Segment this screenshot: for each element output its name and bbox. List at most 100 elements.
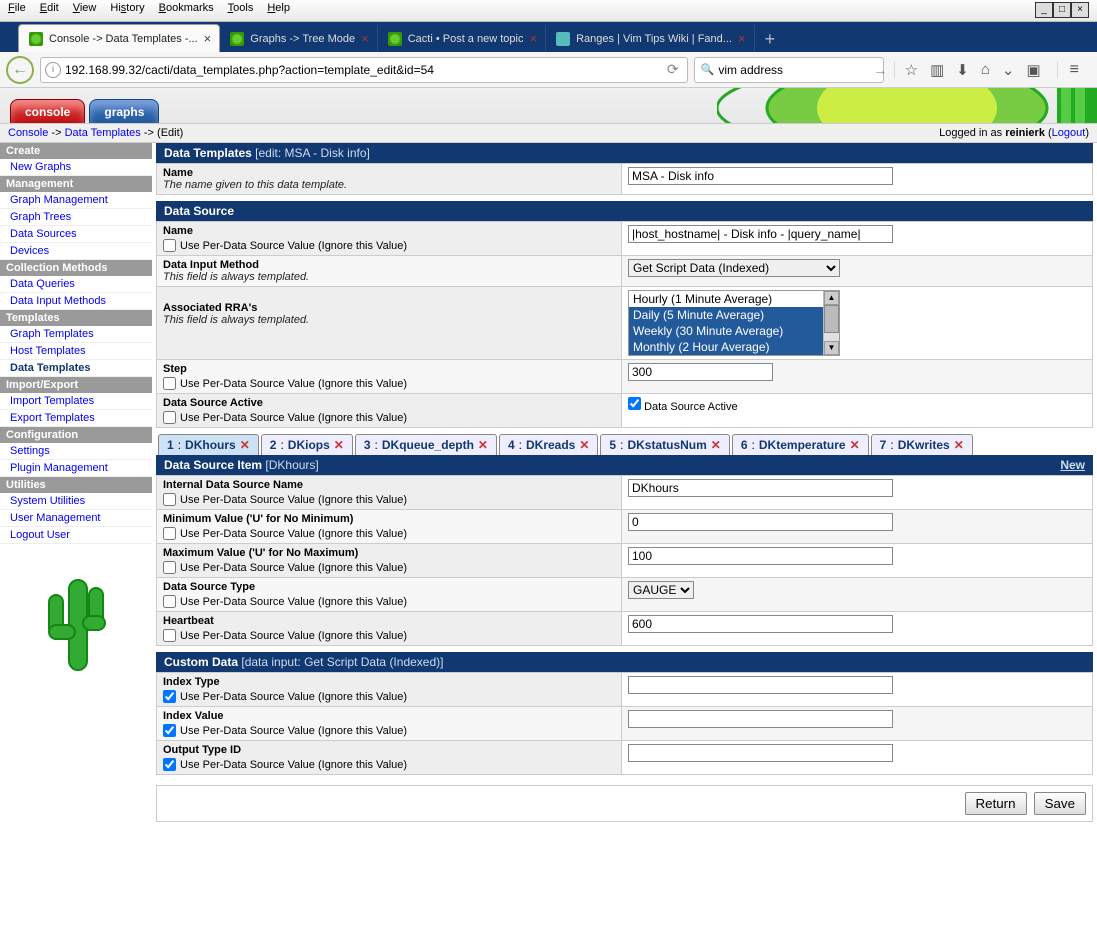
sidebar-graph-management[interactable]: Graph Management: [0, 192, 152, 209]
sidebar-user-management[interactable]: User Management: [0, 510, 152, 527]
reload-icon[interactable]: ⟳: [663, 61, 683, 78]
rra-option-monthly[interactable]: Monthly (2 Hour Average): [629, 339, 839, 355]
close-tab-icon[interactable]: ×: [204, 31, 212, 46]
rra-scrollbar[interactable]: ▲ ▼: [823, 291, 839, 355]
listbox-rra[interactable]: Hourly (1 Minute Average) Daily (5 Minut…: [628, 290, 840, 356]
return-button[interactable]: Return: [965, 792, 1027, 815]
sidebar-graph-templates[interactable]: Graph Templates: [0, 326, 152, 343]
bookmarks-list-icon[interactable]: ▥: [930, 61, 944, 79]
menu-edit[interactable]: Edit: [40, 2, 59, 19]
menu-history[interactable]: History: [110, 2, 144, 19]
window-maximize-icon[interactable]: □: [1053, 2, 1071, 18]
menu-file[interactable]: File: [8, 2, 26, 19]
logout-link[interactable]: Logout: [1052, 127, 1086, 139]
menu-bookmarks[interactable]: Bookmarks: [159, 2, 214, 19]
browser-tab-1[interactable]: Graphs -> Tree Mode ×: [220, 25, 377, 52]
hamburger-menu-icon[interactable]: ≡: [1057, 61, 1091, 79]
checkbox-perds-idsn[interactable]: [163, 493, 176, 506]
tab-graphs[interactable]: graphs: [89, 99, 159, 123]
checkbox-perds-step[interactable]: [163, 377, 176, 390]
sidebar-settings[interactable]: Settings: [0, 443, 152, 460]
sidebar-plugin-mgmt[interactable]: Plugin Management: [0, 460, 152, 477]
close-tab-icon[interactable]: ×: [529, 31, 537, 46]
bookmark-star-icon[interactable]: ☆: [905, 61, 918, 79]
close-icon[interactable]: ✕: [711, 438, 721, 452]
menu-tools[interactable]: Tools: [228, 2, 254, 19]
sidebar-logout-user[interactable]: Logout User: [0, 527, 152, 544]
sidebar-system-utilities[interactable]: System Utilities: [0, 493, 152, 510]
browser-tab-2[interactable]: Cacti • Post a new topic ×: [378, 25, 546, 52]
select-data-input-method[interactable]: Get Script Data (Indexed): [628, 259, 840, 277]
tab-console[interactable]: console: [10, 99, 85, 123]
window-minimize-icon[interactable]: _: [1035, 2, 1053, 18]
rra-option-weekly[interactable]: Weekly (30 Minute Average): [629, 323, 839, 339]
close-icon[interactable]: ✕: [240, 438, 250, 452]
rra-option-daily[interactable]: Daily (5 Minute Average): [629, 307, 839, 323]
checkbox-perds-name[interactable]: [163, 239, 176, 252]
dsi-tab-7[interactable]: 7: DKwrites ✕: [871, 434, 973, 455]
back-button-icon[interactable]: ←: [6, 56, 34, 84]
home-icon[interactable]: ⌂: [981, 61, 990, 78]
checkbox-perds-active[interactable]: [163, 411, 176, 424]
close-icon[interactable]: ✕: [478, 438, 488, 452]
dsi-tab-4[interactable]: 4: DKreads ✕: [499, 434, 598, 455]
save-button[interactable]: Save: [1034, 792, 1086, 815]
dsi-tab-5[interactable]: 5: DKstatusNum ✕: [600, 434, 729, 455]
close-tab-icon[interactable]: ×: [361, 31, 369, 46]
new-tab-icon[interactable]: +: [755, 27, 786, 52]
browser-tab-0[interactable]: Console -> Data Templates -... ×: [18, 24, 220, 52]
search-go-icon[interactable]: →: [873, 62, 887, 78]
window-close-icon[interactable]: ×: [1071, 2, 1089, 18]
menu-help[interactable]: Help: [267, 2, 290, 19]
sidebar-host-templates[interactable]: Host Templates: [0, 343, 152, 360]
sidebar-export-templates[interactable]: Export Templates: [0, 410, 152, 427]
close-icon[interactable]: ✕: [850, 438, 860, 452]
menu-view[interactable]: View: [73, 2, 97, 19]
new-dsi-link[interactable]: New: [1060, 458, 1085, 472]
scroll-thumb[interactable]: [824, 305, 839, 333]
search-input[interactable]: [718, 63, 873, 77]
close-icon[interactable]: ✕: [954, 438, 964, 452]
input-ds-name[interactable]: [628, 225, 893, 243]
dsi-tab-2[interactable]: 2: DKiops ✕: [261, 434, 353, 455]
input-index-value[interactable]: [628, 710, 893, 728]
input-template-name[interactable]: [628, 167, 893, 185]
input-maxv[interactable]: [628, 547, 893, 565]
checkbox-perds-otid[interactable]: [163, 758, 176, 771]
sidebar-graph-trees[interactable]: Graph Trees: [0, 209, 152, 226]
scroll-up-icon[interactable]: ▲: [824, 291, 839, 305]
close-icon[interactable]: ✕: [334, 438, 344, 452]
sidebar-data-input-methods[interactable]: Data Input Methods: [0, 293, 152, 310]
dsi-tab-6[interactable]: 6: DKtemperature ✕: [732, 434, 869, 455]
breadcrumb-data-templates[interactable]: Data Templates: [65, 127, 141, 139]
sidebar-data-templates[interactable]: Data Templates: [0, 360, 152, 377]
sidebar-data-sources[interactable]: Data Sources: [0, 226, 152, 243]
input-step[interactable]: [628, 363, 773, 381]
input-index-type[interactable]: [628, 676, 893, 694]
rra-option-hourly[interactable]: Hourly (1 Minute Average): [629, 291, 839, 307]
scroll-down-icon[interactable]: ▼: [824, 341, 839, 355]
downloads-icon[interactable]: ⬇: [956, 61, 969, 79]
url-bar[interactable]: i ⟳: [40, 57, 688, 83]
checkbox-perds-idxval[interactable]: [163, 724, 176, 737]
close-tab-icon[interactable]: ×: [738, 31, 746, 46]
close-icon[interactable]: ✕: [579, 438, 589, 452]
checkbox-perds-idxtype[interactable]: [163, 690, 176, 703]
input-minv[interactable]: [628, 513, 893, 531]
checkbox-perds-maxv[interactable]: [163, 561, 176, 574]
breadcrumb-console[interactable]: Console: [8, 127, 48, 139]
input-otid[interactable]: [628, 744, 893, 762]
checkbox-ds-active[interactable]: [628, 397, 641, 410]
browser-tab-3[interactable]: Ranges | Vim Tips Wiki | Fand... ×: [546, 25, 755, 52]
sidebar-data-queries[interactable]: Data Queries: [0, 276, 152, 293]
screenshot-icon[interactable]: ▣: [1026, 61, 1040, 79]
search-bar[interactable]: 🔍 →: [694, 57, 884, 83]
input-hb[interactable]: [628, 615, 893, 633]
input-idsn[interactable]: [628, 479, 893, 497]
select-dst[interactable]: GAUGE: [628, 581, 694, 599]
sidebar-devices[interactable]: Devices: [0, 243, 152, 260]
checkbox-perds-minv[interactable]: [163, 527, 176, 540]
sidebar-new-graphs[interactable]: New Graphs: [0, 159, 152, 176]
sidebar-import-templates[interactable]: Import Templates: [0, 393, 152, 410]
dsi-tab-1[interactable]: 1: DKhours ✕: [158, 434, 259, 455]
